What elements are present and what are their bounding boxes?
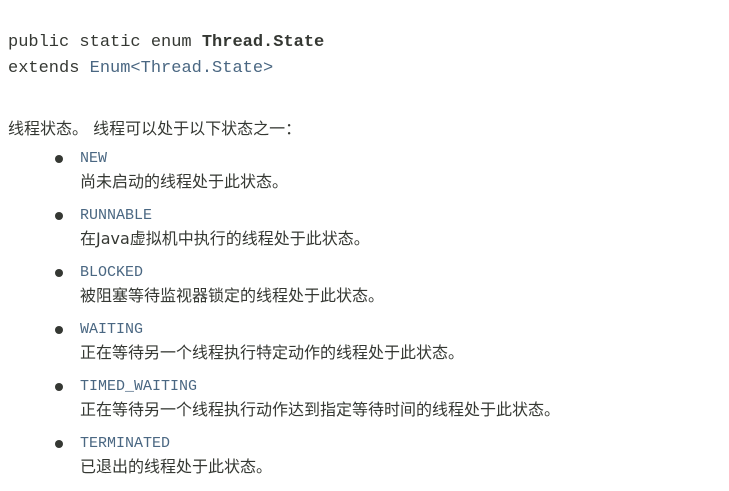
signature-modifiers: public static enum	[8, 33, 202, 52]
class-name: Thread.State	[201, 33, 325, 52]
signature-line-1: public static enum Thread.State	[8, 30, 324, 56]
bullet-icon	[55, 326, 63, 334]
state-link-terminated[interactable]: TERMINATED	[80, 433, 560, 455]
state-item-blocked: BLOCKED 被阻塞等待监视器锁定的线程处于此状态。	[50, 262, 560, 319]
extends-keyword: extends	[8, 59, 90, 78]
state-description: 尚未启动的线程处于此状态。	[80, 172, 289, 191]
class-signature: public static enum Thread.State extends …	[8, 30, 324, 82]
state-link-new[interactable]: NEW	[80, 148, 560, 170]
state-link-waiting[interactable]: WAITING	[80, 319, 560, 341]
state-description: 已退出的线程处于此状态。	[80, 457, 273, 476]
bullet-icon	[55, 440, 63, 448]
state-description: 被阻塞等待监视器锁定的线程处于此状态。	[80, 286, 385, 305]
state-description: 在Java虚拟机中执行的线程处于此状态。	[80, 229, 370, 248]
state-item-runnable: RUNNABLE 在Java虚拟机中执行的线程处于此状态。	[50, 205, 560, 262]
state-list: NEW 尚未启动的线程处于此状态。 RUNNABLE 在Java虚拟机中执行的线…	[50, 148, 560, 490]
javadoc-page: public static enum Thread.State extends …	[0, 0, 729, 491]
state-item-waiting: WAITING 正在等待另一个线程执行特定动作的线程处于此状态。	[50, 319, 560, 376]
state-description: 正在等待另一个线程执行特定动作的线程处于此状态。	[80, 343, 465, 362]
signature-line-2: extends Enum<Thread.State>	[8, 56, 324, 82]
bullet-icon	[55, 383, 63, 391]
bullet-icon	[55, 155, 63, 163]
state-link-blocked[interactable]: BLOCKED	[80, 262, 560, 284]
state-link-runnable[interactable]: RUNNABLE	[80, 205, 560, 227]
state-item-new: NEW 尚未启动的线程处于此状态。	[50, 148, 560, 205]
bullet-icon	[55, 212, 63, 220]
class-description: 线程状态。 线程可以处于以下状态之一：	[8, 119, 302, 138]
bullet-icon	[55, 269, 63, 277]
state-item-terminated: TERMINATED 已退出的线程处于此状态。	[50, 433, 560, 490]
state-description: 正在等待另一个线程执行动作达到指定等待时间的线程处于此状态。	[80, 400, 561, 419]
state-item-timed-waiting: TIMED_WAITING 正在等待另一个线程执行动作达到指定等待时间的线程处于…	[50, 376, 560, 433]
state-link-timed-waiting[interactable]: TIMED_WAITING	[80, 376, 560, 398]
extends-type-link[interactable]: Enum<Thread.State>	[90, 59, 274, 78]
